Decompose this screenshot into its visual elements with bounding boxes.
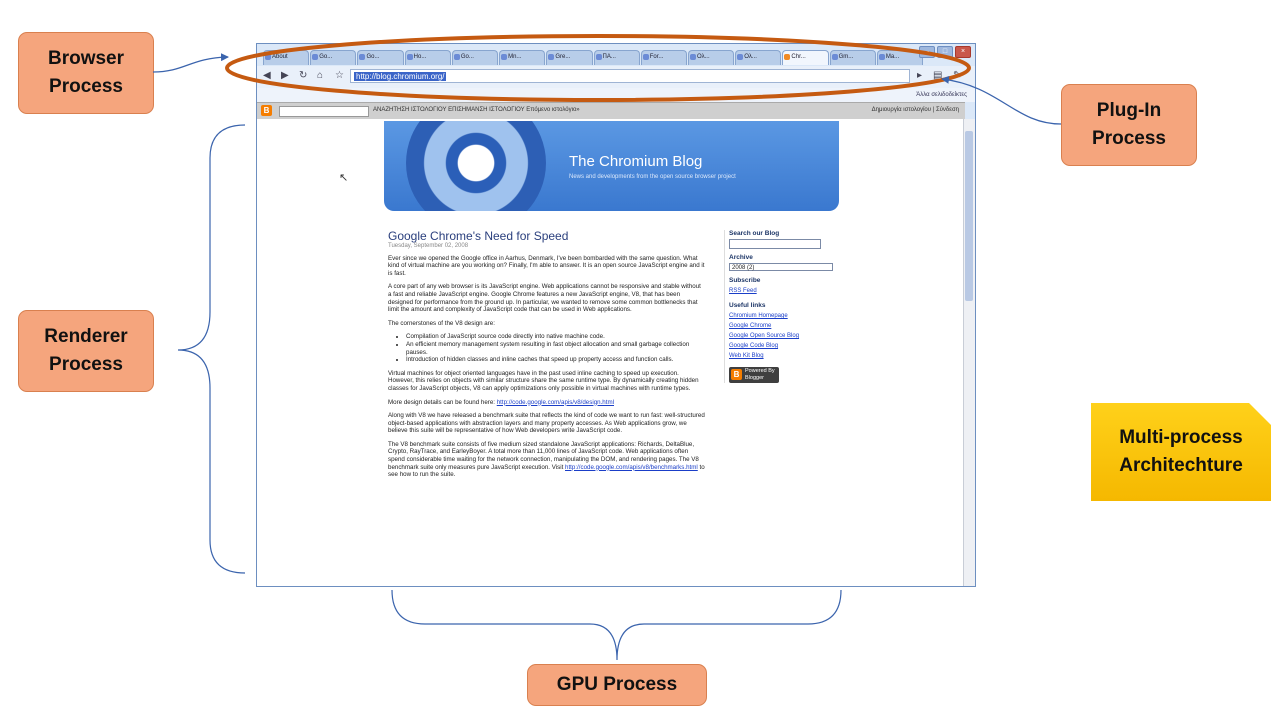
post-paragraph: Ever since we opened the Google office i… [388, 254, 705, 277]
page-menu-icon[interactable]: ▤ [933, 70, 942, 81]
bookmarks-bar: Άλλα σελιδοδείκτες [257, 88, 975, 102]
browser-process-line2: Process [49, 76, 123, 97]
archive-select[interactable]: 2008 (2) [729, 263, 833, 271]
plugin-process-line2: Process [1092, 128, 1166, 149]
note-line2: Architechture [1119, 455, 1243, 476]
list-item: Introduction of hidden classes and inlin… [406, 356, 706, 364]
browser-tab[interactable]: About [263, 50, 310, 65]
gpu-process-text: GPU Process [556, 674, 678, 695]
reload-icon[interactable]: ↻ [299, 70, 307, 81]
address-bar[interactable]: http://blog.chromium.org/ [350, 69, 910, 83]
close-button[interactable]: × [955, 46, 971, 58]
blog-search-input[interactable] [729, 239, 821, 249]
post-paragraph: More design details can be found here: h… [388, 399, 706, 407]
links-heading: Useful links [729, 302, 766, 309]
list-item: An efficient memory management system re… [406, 341, 706, 356]
back-icon[interactable]: ◀ [263, 70, 271, 81]
forward-icon[interactable]: ▶ [281, 70, 289, 81]
badge-line1: Powered By [745, 368, 775, 374]
list-item: Compilation of JavaScript source code di… [406, 333, 706, 341]
navbar-search-input[interactable] [279, 106, 369, 117]
wrench-icon[interactable]: ✎ [953, 70, 961, 81]
subscribe-heading: Subscribe [729, 277, 761, 284]
browser-tab[interactable]: Ma... [876, 50, 924, 65]
plugin-process-line1: Plug-In [1096, 100, 1162, 121]
post-paragraph: Along with V8 we have released a benchma… [388, 412, 705, 435]
star-icon[interactable]: ☆ [335, 70, 344, 81]
blogger-icon[interactable]: B [261, 105, 272, 116]
renderer-brace [177, 124, 246, 574]
blogger-navbar: B ΑΝΑΖΗΤΗΣΗ ΙΣΤΟΛΟΓΙΟΥ ΕΠΙΣΗΜΑΝΣΗ ΙΣΤΟΛΟ… [257, 102, 965, 120]
chromium-logo-icon [406, 121, 546, 211]
maximize-button[interactable]: □ [937, 46, 953, 58]
browser-tab[interactable]: Chr... [782, 50, 829, 65]
minimize-button[interactable]: – [919, 46, 935, 58]
go-icon[interactable]: ▸ [917, 70, 922, 81]
browser-tab[interactable]: Go... [357, 50, 404, 65]
useful-link[interactable]: Google Chrome [729, 321, 841, 331]
browser-tab[interactable]: Mn... [499, 50, 546, 65]
post-date: Tuesday, September 02, 2008 [388, 243, 469, 249]
note-line1: Multi-process [1119, 427, 1243, 448]
plugin-process-label: Plug-In Process [1061, 84, 1197, 166]
benchmark-link[interactable]: http://code.google.com/apis/v8/benchmark… [565, 464, 698, 471]
blog-header: The Chromium Blog News and developments … [384, 121, 839, 211]
post-paragraph: The V8 benchmark suite consists of five … [388, 441, 706, 479]
vertical-scrollbar[interactable] [963, 119, 975, 586]
browser-window: About Go... Go... Ho... Go... Mn... Gre... ΠΑ..… [256, 43, 976, 587]
navbar-signin[interactable]: Δημιουργία ιστολογίου | Σύνδεση [872, 103, 959, 118]
gpu-process-label: GPU Process [527, 664, 707, 706]
useful-link[interactable]: Google Code Blog [729, 341, 841, 351]
blog-post: Google Chrome's Need for Speed Tuesday, … [388, 230, 706, 485]
rss-feed-link[interactable]: RSS Feed [729, 286, 841, 296]
other-bookmarks[interactable]: Άλλα σελιδοδείκτες [916, 88, 967, 102]
browser-tab[interactable]: Oλ... [687, 50, 735, 65]
browser-tab[interactable]: Ho... [404, 50, 451, 65]
renderer-process-line1: Renderer [44, 326, 128, 347]
post-text: More design details can be found here: [388, 398, 497, 406]
design-link[interactable]: http://code.google.com/apis/v8/design.ht… [497, 399, 614, 406]
powered-by-blogger-badge[interactable]: Powered ByBlogger [729, 367, 779, 383]
window-controls: – □ × [919, 46, 971, 58]
blog-subtitle: News and developments from the open sour… [569, 174, 736, 180]
post-bullet-list: Compilation of JavaScript source code di… [406, 333, 706, 363]
browser-tab[interactable]: Gre... [546, 50, 593, 65]
browser-tab[interactable]: Gm... [829, 50, 876, 65]
blog-title[interactable]: The Chromium Blog [569, 153, 702, 170]
page-content: ↖ The Chromium Blog News and development… [257, 119, 965, 586]
useful-link[interactable]: Google Open Source Blog [729, 331, 841, 341]
browser-process-line1: Browser [47, 48, 125, 69]
renderer-process-line2: Process [49, 354, 123, 375]
blog-sidebar: Search our Blog Archive 2008 (2) Subscri… [724, 230, 841, 383]
browser-tab[interactable]: Go... [310, 50, 357, 65]
post-title[interactable]: Google Chrome's Need for Speed [388, 230, 706, 243]
multiprocess-architecture-note: Multi-process Architechture [1091, 403, 1271, 501]
gpu-brace [391, 589, 842, 661]
badge-line2: Blogger [745, 375, 764, 381]
navbar-links[interactable]: ΑΝΑΖΗΤΗΣΗ ΙΣΤΟΛΟΓΙΟΥ ΕΠΙΣΗΜΑΝΣΗ ΙΣΤΟΛΟΓΙ… [373, 103, 580, 118]
post-paragraph: The cornerstones of the V8 design are: [388, 319, 495, 327]
home-icon[interactable]: ⌂ [317, 70, 323, 81]
scrollbar-thumb[interactable] [965, 131, 973, 301]
post-paragraph: A core part of any web browser is its Ja… [388, 283, 701, 314]
mouse-cursor-icon: ↖ [339, 172, 349, 184]
browser-arrow [152, 53, 229, 73]
browser-tab[interactable]: Go... [451, 50, 499, 65]
useful-link[interactable]: Web Kit Blog [729, 351, 841, 361]
browser-tab[interactable]: ΠΑ... [593, 50, 640, 65]
browser-tab[interactable]: For... [640, 50, 687, 65]
renderer-process-label: Renderer Process [18, 310, 154, 392]
browser-process-label: Browser Process [18, 32, 154, 114]
url-text: http://blog.chromium.org/ [354, 72, 447, 81]
useful-link[interactable]: Chromium Homepage [729, 311, 841, 321]
browser-tab[interactable]: Oλ... [735, 50, 782, 65]
tab-strip: About Go... Go... Ho... Go... Mn... Gre... ΠΑ..… [263, 50, 924, 66]
archive-heading: Archive [729, 254, 753, 261]
post-paragraph: Virtual machines for object oriented lan… [388, 369, 699, 392]
search-heading: Search our Blog [729, 230, 780, 237]
toolbar: ◀ ▶ ↻ ⌂ ☆ http://blog.chromium.org/ ▸ ▤ … [257, 66, 975, 89]
